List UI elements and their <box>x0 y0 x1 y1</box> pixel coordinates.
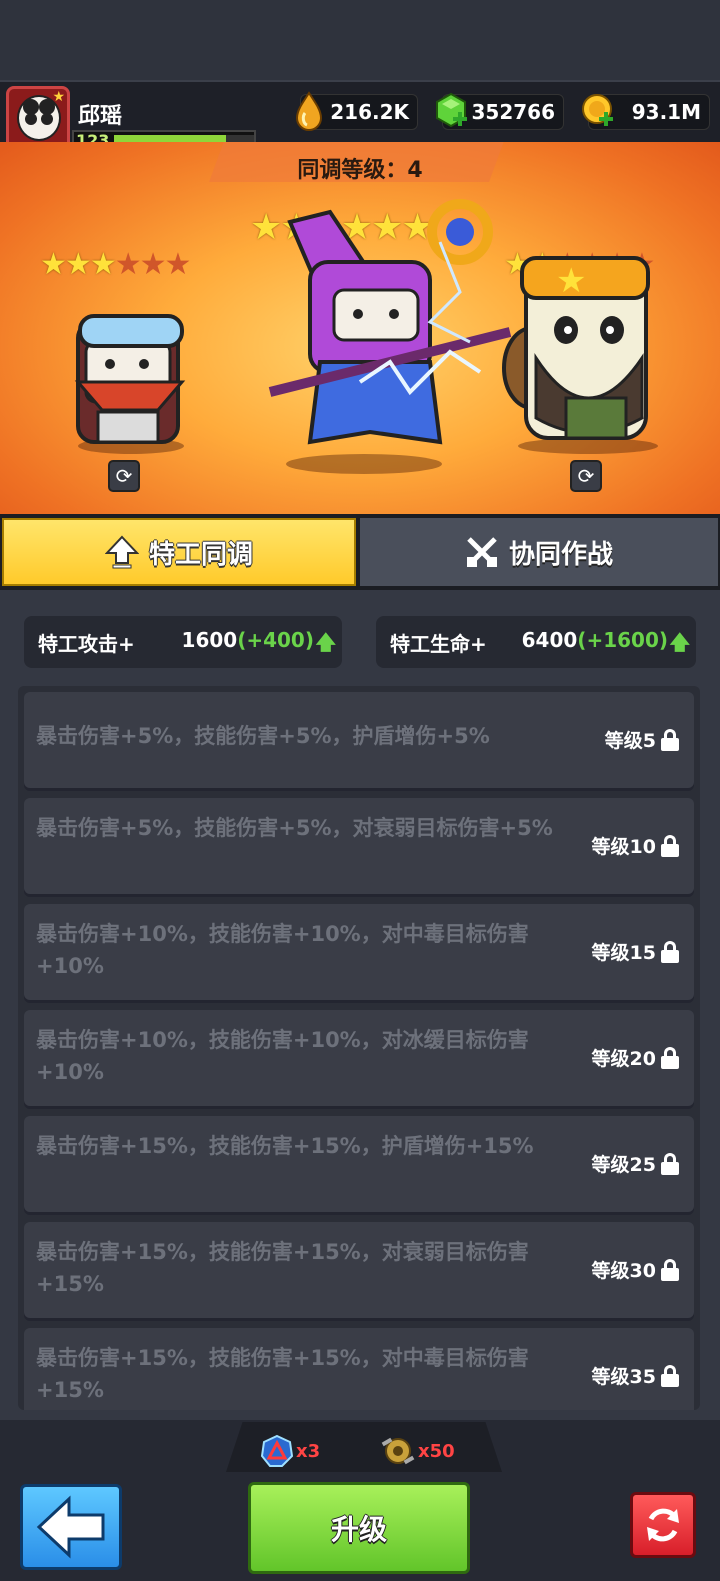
avatar[interactable]: ★ <box>6 86 70 150</box>
bonus-unlock-level: 等级25 <box>592 1150 680 1177</box>
bonus-description: 暴击伤害+15%，技能伤害+15%，对衰弱目标伤害+15% <box>36 1240 529 1296</box>
resource-gold-value: 93.1M <box>631 100 701 124</box>
bonus-unlock-level: 等级30 <box>592 1256 680 1283</box>
back-button[interactable] <box>20 1484 122 1570</box>
bonus-description: 暴击伤害+5%，技能伤害+5%，护盾增伤+5% <box>36 724 490 748</box>
swap-right-hero-button[interactable]: ⟳ <box>570 460 602 492</box>
lock-icon <box>660 1152 680 1175</box>
green-up-arrow-icon: 🡅 <box>315 630 336 654</box>
refresh-icon <box>647 1508 679 1542</box>
stat-attack-value: 1600(+400) <box>181 628 314 652</box>
sync-panel: 特工攻击+ 1600(+400) 🡅 特工生命+ 6400(+1600) 🡅 暴… <box>0 590 720 1420</box>
gear-part-icon <box>381 1437 415 1465</box>
upgrade-arrow-icon <box>104 535 139 569</box>
center-hero[interactable] <box>260 182 520 472</box>
lock-icon <box>660 1258 680 1281</box>
bonus-unlock-level: 等级20 <box>592 1044 680 1071</box>
star-badge-icon: ★ <box>52 89 65 105</box>
upgrade-button[interactable]: 升级 <box>248 1482 470 1574</box>
bonus-description: 暴击伤害+10%，技能伤害+10%，对冰缓目标伤害+10% <box>36 1028 529 1084</box>
status-strip <box>0 0 720 80</box>
bonus-unlock-level: 等级35 <box>592 1362 680 1389</box>
sync-level-label: 同调等级： <box>297 158 408 183</box>
bonus-level-label: 等级35 <box>591 1366 656 1388</box>
svg-text:★: ★ <box>556 261 586 301</box>
tab-agent-sync[interactable]: 特工同调 <box>2 518 356 586</box>
bonus-row: 暴击伤害+15%，技能伤害+15%，对衰弱目标伤害+15% 等级30 <box>24 1222 694 1318</box>
bonus-row: 暴击伤害+10%，技能伤害+10%，对冰缓目标伤害+10% 等级20 <box>24 1010 694 1106</box>
bonus-unlock-level: 等级10 <box>592 832 680 859</box>
bonus-level-label: 等级10 <box>591 836 656 858</box>
cost-sync-core: x3 <box>260 1434 320 1468</box>
bottom-bar: x3 x50 升级 <box>0 1420 720 1581</box>
resource-gem[interactable]: 352766 <box>436 92 564 130</box>
star-icon: ★ <box>64 247 92 282</box>
resource-energy-value: 216.2K <box>330 100 409 124</box>
tab-bar: 特工同调 协同作战 <box>0 514 720 590</box>
bonus-row: 暴击伤害+15%，技能伤害+15%，护盾增伤+15% 等级25 <box>24 1116 694 1212</box>
bonus-row: 暴击伤害+5%，技能伤害+5%，对衰弱目标伤害+5% 等级10 <box>24 798 694 894</box>
bonus-description: 暴击伤害+15%，技能伤害+15%，护盾增伤+15% <box>36 1134 534 1158</box>
bonus-unlock-level: 等级5 <box>605 726 680 753</box>
tab-co-op-label: 协同作战 <box>508 539 613 570</box>
stat-attack-name: 特工攻击+ <box>38 632 135 656</box>
stat-health-name: 特工生命+ <box>390 632 487 656</box>
bonus-row: 暴击伤害+5%，技能伤害+5%，护盾增伤+5% 等级5 <box>24 692 694 788</box>
cost-sync-core-amount: x3 <box>296 1440 321 1462</box>
bonus-level-label: 等级5 <box>604 730 656 752</box>
tab-agent-sync-label: 特工同调 <box>148 539 253 570</box>
lock-icon <box>660 834 680 857</box>
bonus-description: 暴击伤害+15%，技能伤害+15%，对中毒目标伤害+15% <box>36 1346 529 1402</box>
cost-gear-part-amount: x50 <box>418 1440 455 1462</box>
lock-icon <box>660 728 680 751</box>
green-up-arrow-icon: 🡅 <box>669 630 690 654</box>
bonus-unlock-level: 等级15 <box>592 938 680 965</box>
swap-left-hero-button[interactable]: ⟳ <box>108 460 140 492</box>
lock-icon <box>660 1364 680 1387</box>
bonus-description: 暴击伤害+10%，技能伤害+10%，对中毒目标伤害+10% <box>36 922 529 978</box>
cost-gear-part: x50 <box>380 1434 455 1468</box>
left-hero[interactable] <box>62 302 192 452</box>
bonus-level-label: 等级25 <box>591 1154 656 1176</box>
tab-co-op[interactable]: 协同作战 <box>360 518 718 586</box>
lock-icon <box>660 1046 680 1069</box>
sync-level-value: 4 <box>407 158 423 183</box>
bonus-list[interactable]: 暴击伤害+5%，技能伤害+5%，护盾增伤+5% 等级5 暴击伤害+5%，技能伤害+5… <box>18 686 700 1410</box>
hero-banner: 同调等级：4 ★★★★★★ ★★★★★★ ★★★★★★ ⟳ ★ <box>0 142 720 514</box>
bonus-level-label: 等级30 <box>591 1260 656 1282</box>
right-hero[interactable]: ★ <box>496 248 666 448</box>
star-icon: ★ <box>89 247 117 282</box>
gold-coin-icon <box>582 94 613 126</box>
resource-gem-value: 352766 <box>471 100 556 124</box>
star-icon: ★ <box>40 247 67 282</box>
header-bar: ★ 邱瑶 123 216.2K 352766 93.1M <box>0 80 720 152</box>
left-hero-stars: ★★★★★★ <box>40 247 192 282</box>
stat-attack: 特工攻击+ 1600(+400) 🡅 <box>24 616 342 668</box>
bonus-level-label: 等级20 <box>591 1048 656 1070</box>
star-icon: ★ <box>139 247 167 282</box>
lock-icon <box>660 940 680 963</box>
back-arrow-icon <box>36 1495 105 1559</box>
stat-health: 特工生命+ 6400(+1600) 🡅 <box>376 616 696 668</box>
sync-core-icon <box>260 1434 294 1467</box>
star-icon: ★ <box>114 247 142 282</box>
crossed-swords-icon <box>466 537 497 567</box>
reset-button[interactable] <box>630 1492 696 1558</box>
bonus-level-label: 等级15 <box>591 942 656 964</box>
star-icon: ★ <box>164 247 192 282</box>
bonus-description: 暴击伤害+5%，技能伤害+5%，对衰弱目标伤害+5% <box>36 816 553 840</box>
bonus-row: 暴击伤害+15%，技能伤害+15%，对中毒目标伤害+15% 等级35 <box>24 1328 694 1410</box>
stat-health-value: 6400(+1600) <box>521 628 668 652</box>
resource-gold[interactable]: 93.1M <box>582 94 710 130</box>
resource-energy[interactable]: 216.2K <box>295 91 418 131</box>
sync-level: 同调等级：4 <box>0 152 720 184</box>
energy-drop-icon <box>295 91 323 131</box>
green-gem-icon <box>436 92 467 128</box>
bonus-row: 暴击伤害+10%，技能伤害+10%，对中毒目标伤害+10% 等级15 <box>24 904 694 1000</box>
player-name: 邱瑶 <box>78 104 123 129</box>
